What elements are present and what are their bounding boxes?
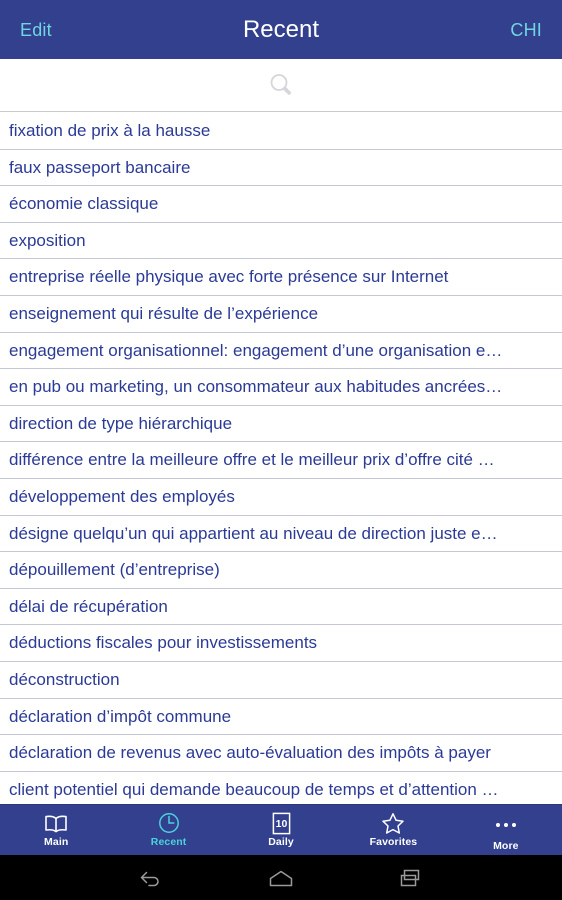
list-item[interactable]: enseignement qui résulte de l’expérience: [0, 295, 562, 333]
ellipsis-icon: [495, 814, 516, 836]
list-item-label: déconstruction: [9, 669, 120, 689]
book-icon: [44, 812, 68, 834]
system-navigation-bar: [0, 855, 562, 900]
list-item[interactable]: désigne quelqu’un qui appartient au nive…: [0, 515, 562, 553]
home-button[interactable]: [261, 858, 301, 898]
list-item-label: exposition: [9, 230, 86, 250]
page-title: Recent: [242, 15, 320, 43]
list-item-label: en pub ou marketing, un consommateur aux…: [9, 377, 503, 397]
tab-more[interactable]: More: [450, 805, 562, 855]
list-item-label: engagement organisationnel: engagement d…: [9, 340, 503, 360]
star-icon: [381, 812, 405, 834]
list-item-label: économie classique: [9, 194, 159, 214]
list-item[interactable]: fixation de prix à la hausse: [0, 113, 562, 150]
list-item[interactable]: développement des employés: [0, 478, 562, 516]
list-item[interactable]: déductions fiscales pour investissements: [0, 625, 562, 662]
list-item[interactable]: en pub ou marketing, un consommateur aux…: [0, 369, 562, 406]
list-item-label: différence entre la meilleure offre et l…: [9, 450, 495, 470]
list-item-label: développement des employés: [9, 486, 235, 506]
list-item-label: direction de type hiérarchique: [9, 413, 233, 433]
tab-bar: Main Recent 10 Daily Favorites More: [0, 804, 562, 855]
list-item[interactable]: faux passeport bancaire: [0, 149, 562, 187]
list-item[interactable]: direction de type hiérarchique: [0, 405, 562, 443]
clock-icon: [158, 812, 180, 834]
list-item[interactable]: exposition: [0, 222, 562, 260]
edit-button[interactable]: Edit: [20, 21, 52, 39]
list-item-label: client potentiel qui demande beaucoup de…: [9, 779, 499, 799]
list-item-label: déductions fiscales pour investissements: [9, 633, 318, 653]
tab-favorites[interactable]: Favorites: [337, 805, 449, 855]
recent-list[interactable]: fixation de prix à la hausse faux passep…: [0, 112, 562, 804]
tab-main-label: Main: [44, 836, 69, 849]
recents-button[interactable]: [391, 858, 431, 898]
list-item[interactable]: économie classique: [0, 186, 562, 223]
list-item[interactable]: dépouillement (d’entreprise): [0, 552, 562, 589]
search-icon: [266, 70, 296, 100]
list-item[interactable]: client potentiel qui demande beaucoup de…: [0, 771, 562, 804]
list-item-label: déclaration d’impôt commune: [9, 706, 232, 726]
tab-main[interactable]: Main: [0, 805, 112, 855]
svg-text:10: 10: [275, 818, 287, 830]
app-root: Edit Recent CHI fixation de prix à la ha…: [0, 0, 562, 900]
recents-icon: [397, 867, 425, 889]
list-item[interactable]: entreprise réelle physique avec forte pr…: [0, 259, 562, 296]
calendar-10-icon: 10: [272, 812, 291, 835]
tab-more-label: More: [493, 839, 519, 852]
tab-favorites-label: Favorites: [369, 836, 418, 849]
list-item-label: faux passeport bancaire: [9, 157, 191, 177]
list-item-label: enseignement qui résulte de l’expérience: [9, 303, 319, 323]
tab-daily-label: Daily: [268, 836, 294, 849]
tab-daily[interactable]: 10 Daily: [225, 805, 337, 855]
back-icon: [137, 867, 165, 889]
list-item[interactable]: déclaration d’impôt commune: [0, 698, 562, 736]
tab-recent-label: Recent: [150, 836, 187, 849]
list-item-label: déclaration de revenus avec auto-évaluat…: [9, 743, 491, 763]
list-item-label: désigne quelqu’un qui appartient au nive…: [9, 523, 498, 543]
list-item[interactable]: déconstruction: [0, 661, 562, 699]
list-item-label: délai de récupération: [9, 596, 168, 616]
navigation-bar: Edit Recent CHI: [0, 0, 562, 59]
home-icon: [266, 867, 296, 889]
list-item-label: dépouillement (d’entreprise): [9, 560, 220, 580]
list-item-label: entreprise réelle physique avec forte pr…: [9, 267, 449, 287]
list-item[interactable]: déclaration de revenus avec auto-évaluat…: [0, 735, 562, 772]
language-button-chi[interactable]: CHI: [510, 21, 542, 39]
back-button[interactable]: [131, 858, 171, 898]
list-item[interactable]: engagement organisationnel: engagement d…: [0, 332, 562, 370]
tab-recent[interactable]: Recent: [112, 805, 224, 855]
list-item[interactable]: délai de récupération: [0, 588, 562, 626]
list-item[interactable]: différence entre la meilleure offre et l…: [0, 442, 562, 479]
search-input[interactable]: [0, 59, 562, 112]
list-item-label: fixation de prix à la hausse: [9, 121, 211, 141]
